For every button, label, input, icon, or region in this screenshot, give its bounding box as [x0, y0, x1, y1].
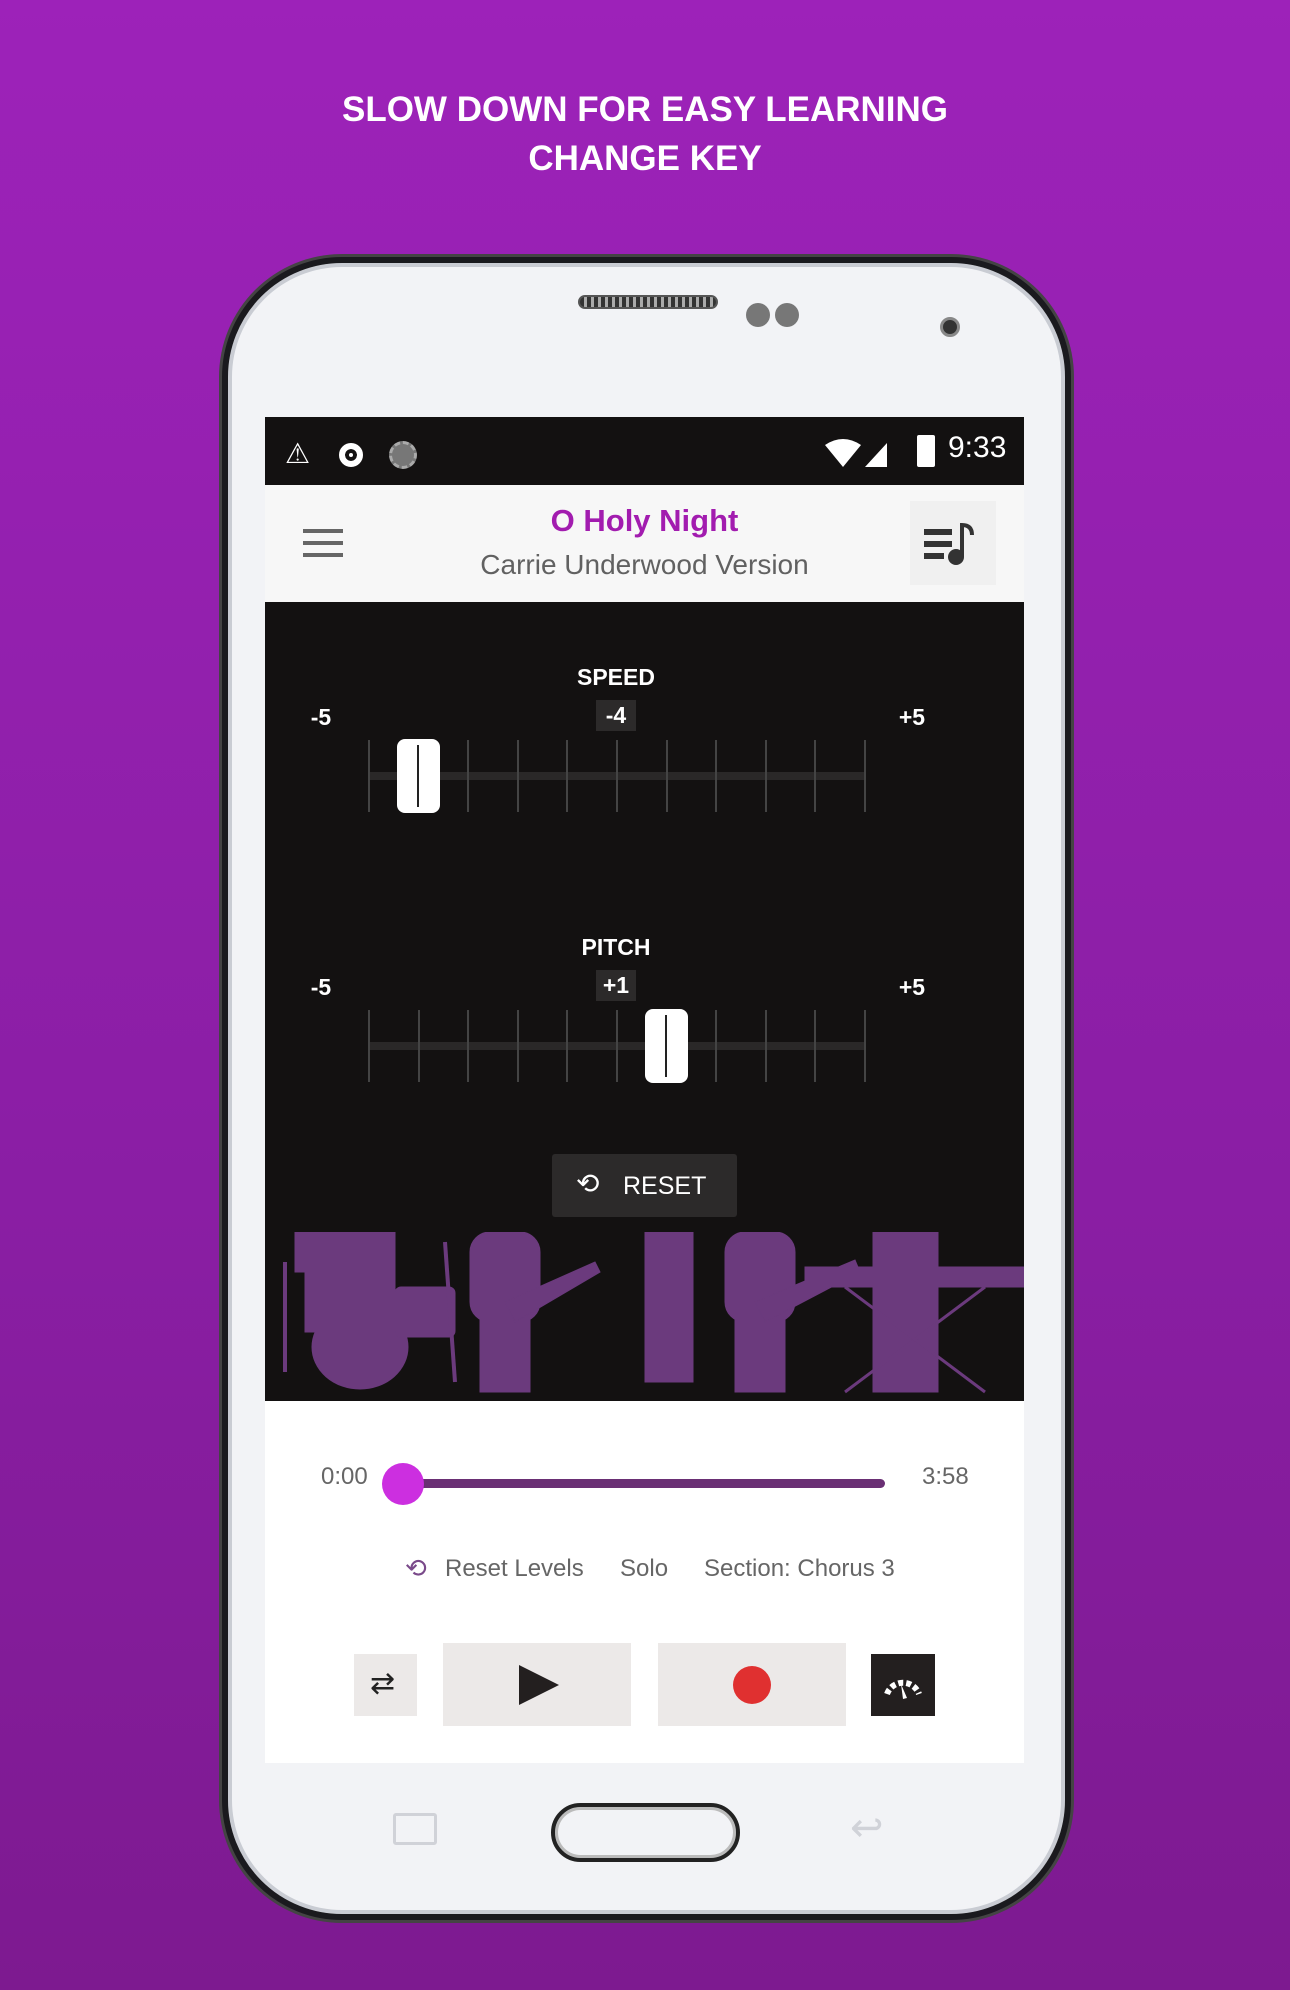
playlist-music-icon: [924, 522, 974, 565]
back-icon[interactable]: ↩: [850, 1805, 884, 1851]
play-icon: [519, 1665, 559, 1705]
reset-icon: ⟲: [576, 1168, 600, 1199]
loading-icon: [389, 441, 417, 469]
controls-panel: SPEED -5 +5 -4 PITCH -5 +5 +1 ⟲ RESET: [265, 602, 1024, 1401]
speed-min: -5: [310, 704, 332, 730]
pitch-max: +5: [898, 974, 926, 1000]
status-time: 9:33: [948, 431, 1007, 464]
front-camera: [940, 317, 960, 337]
record-icon: [733, 1666, 771, 1704]
solo-link[interactable]: Solo: [620, 1555, 668, 1583]
player-panel: 0:00 3:58 ⟲ Reset Levels Solo Section: C…: [265, 1401, 1024, 1763]
speed-value: -4: [596, 700, 636, 731]
repeat-icon: ⇄: [370, 1667, 396, 1700]
sensor: [746, 303, 770, 327]
pitch-label: PITCH: [581, 934, 651, 960]
speed-thumb[interactable]: [396, 739, 440, 813]
speed-tick: [616, 740, 618, 812]
speed-max: +5: [898, 704, 926, 730]
band-silhouette: [283, 1232, 1024, 1394]
recent-apps-button[interactable]: [393, 1813, 437, 1845]
reset-levels-icon: ⟲: [405, 1553, 427, 1583]
pitch-min: -5: [310, 974, 332, 1000]
timeline-thumb[interactable]: [382, 1463, 424, 1505]
speed-tick: [516, 740, 519, 812]
app-screen: ⚠ 9:33 O Holy Night Carrie Underwood Ver…: [265, 417, 1024, 1763]
pitch-tick: [616, 1010, 618, 1082]
app-header: O Holy Night Carrie Underwood Version: [265, 485, 1024, 602]
pitch-tick: [368, 1010, 370, 1082]
speed-tick: [715, 740, 718, 812]
pitch-value: +1: [596, 970, 636, 1001]
speed-tick: [566, 740, 569, 812]
battery-charging-icon: [917, 435, 935, 467]
time-start: 0:00: [321, 1463, 368, 1490]
sensor: [775, 303, 799, 327]
pitch-tick: [516, 1010, 519, 1082]
timeline-track[interactable]: [403, 1479, 885, 1488]
time-end: 3:58: [922, 1463, 969, 1490]
pitch-tick: [467, 1010, 470, 1082]
speaker-grille: [578, 295, 718, 309]
loop-button[interactable]: ⇄: [354, 1654, 417, 1716]
promo-line-2: CHANGE KEY: [528, 139, 762, 178]
status-bar: ⚠ 9:33: [265, 417, 1024, 485]
speed-tick: [764, 740, 767, 812]
tempo-button[interactable]: [871, 1654, 935, 1716]
promo-line-1: SLOW DOWN FOR EASY LEARNING: [341, 90, 949, 129]
pitch-tick: [764, 1010, 767, 1082]
pitch-tick: [864, 1010, 866, 1082]
wifi-icon: [825, 439, 887, 467]
pitch-tick: [417, 1010, 420, 1082]
speed-tick: [814, 740, 817, 812]
reset-levels-link[interactable]: Reset Levels: [445, 1555, 584, 1583]
reset-label: RESET: [623, 1172, 707, 1200]
pitch-thumb[interactable]: [644, 1009, 688, 1083]
media-icon: [339, 443, 363, 467]
home-button[interactable]: [551, 1803, 740, 1862]
section-selector[interactable]: Section: Chorus 3: [704, 1555, 895, 1583]
speed-tick: [864, 740, 866, 812]
pitch-tick: [715, 1010, 718, 1082]
record-button[interactable]: [658, 1643, 846, 1726]
pitch-tick: [566, 1010, 569, 1082]
reset-button[interactable]: ⟲ RESET: [552, 1154, 737, 1217]
pitch-tick: [814, 1010, 817, 1082]
speed-tick: [665, 740, 668, 812]
speed-tick: [368, 740, 370, 812]
speed-label: SPEED: [577, 664, 655, 690]
speed-tick: [467, 740, 470, 812]
playlist-button[interactable]: [910, 501, 996, 585]
warning-icon: ⚠: [285, 438, 311, 469]
speedometer-icon: [884, 1679, 922, 1699]
play-button[interactable]: [443, 1643, 631, 1726]
